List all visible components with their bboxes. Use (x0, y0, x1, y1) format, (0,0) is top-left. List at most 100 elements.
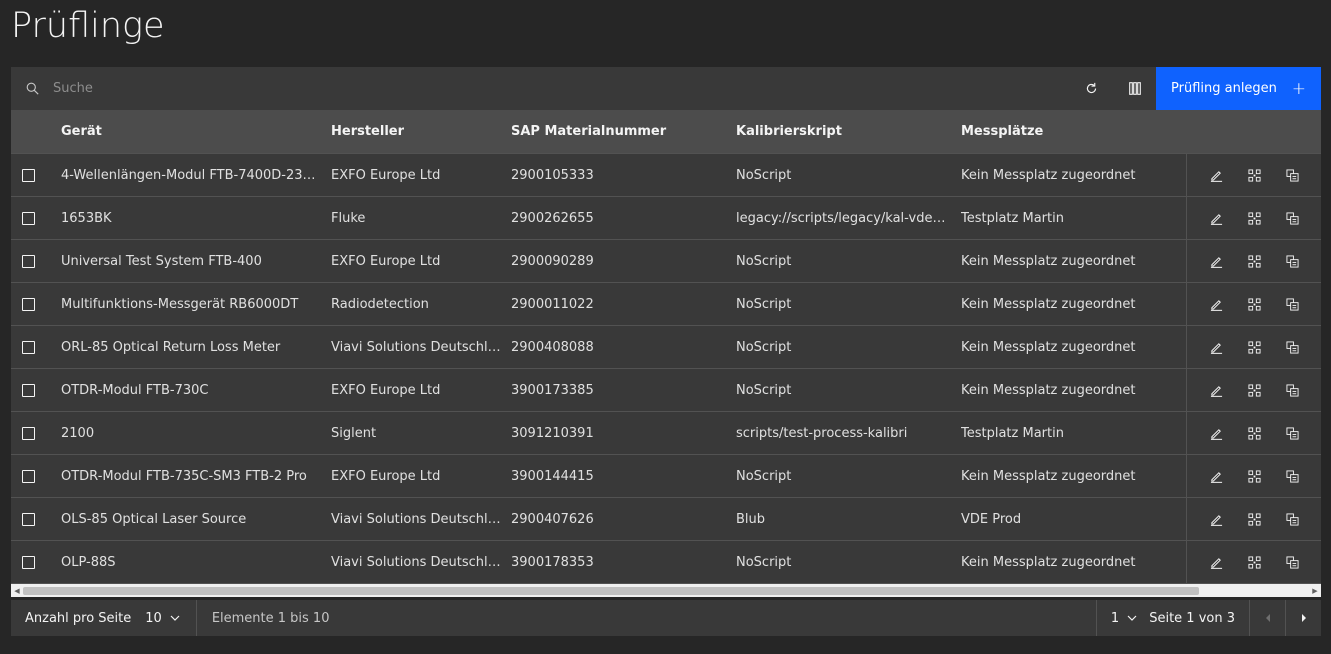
row-checkbox-cell (11, 555, 61, 569)
copy-icon (1285, 383, 1299, 397)
caret-right-icon (1301, 614, 1306, 622)
scrollbar-track[interactable] (23, 584, 1309, 598)
edit-button[interactable] (1208, 468, 1224, 484)
column-settings-button[interactable] (1113, 67, 1156, 110)
cell-messplaetze: Kein Messplatz zugeordnet (961, 382, 1136, 398)
header-messplaetze[interactable]: Messplätze (961, 124, 1186, 139)
cell-skript: Blub (736, 511, 766, 527)
copy-icon (1285, 211, 1299, 225)
previous-page-button[interactable] (1249, 600, 1285, 636)
items-range-label: Elemente 1 bis 10 (211, 610, 330, 626)
copy-button[interactable] (1284, 468, 1300, 484)
edit-button[interactable] (1208, 511, 1224, 527)
qr-code-icon (1247, 254, 1261, 268)
qr-code-button[interactable] (1246, 167, 1262, 183)
qr-code-button[interactable] (1246, 554, 1262, 570)
cell-sap: 2900407626 (511, 511, 594, 527)
table-toolbar: Prüfling anlegen + (11, 67, 1321, 110)
header-geraet[interactable]: Gerät (61, 124, 331, 139)
row-checkbox-cell (11, 340, 61, 354)
table-body: 4-Wellenlängen-Modul FTB-7400D-2347B EXFO… (11, 153, 1321, 584)
row-checkbox[interactable] (21, 340, 35, 354)
copy-button[interactable] (1284, 210, 1300, 226)
row-actions (1186, 411, 1321, 455)
edit-button[interactable] (1208, 296, 1224, 312)
search-input[interactable] (53, 67, 1070, 110)
row-checkbox[interactable] (21, 512, 35, 526)
row-checkbox[interactable] (21, 383, 35, 397)
qr-code-button[interactable] (1246, 210, 1262, 226)
cell-geraet: 2100 (61, 425, 95, 441)
header-sap[interactable]: SAP Materialnummer (511, 124, 736, 139)
pagination: Anzahl pro Seite 10 Elemente 1 bis 10 1 … (11, 600, 1321, 636)
header-hersteller[interactable]: Hersteller (331, 124, 511, 139)
cell-sap: 3091210391 (511, 425, 594, 441)
cell-messplaetze: Kein Messplatz zugeordnet (961, 296, 1136, 312)
cell-geraet: OLP-88S (61, 554, 116, 570)
edit-icon (1210, 341, 1223, 354)
per-page-select[interactable]: 10 (131, 600, 197, 636)
row-checkbox[interactable] (21, 254, 35, 268)
edit-button[interactable] (1208, 167, 1224, 183)
copy-button[interactable] (1284, 554, 1300, 570)
row-checkbox-cell (11, 512, 61, 526)
cell-geraet: ORL-85 Optical Return Loss Meter (61, 339, 281, 355)
row-checkbox[interactable] (21, 426, 35, 440)
edit-button[interactable] (1208, 382, 1224, 398)
row-actions (1186, 454, 1321, 498)
horizontal-scrollbar[interactable]: ◀ ▶ (11, 583, 1321, 597)
qr-code-button[interactable] (1246, 468, 1262, 484)
table-row: Universal Test System FTB-400 EXFO Europe… (11, 239, 1321, 283)
row-actions (1186, 153, 1321, 197)
row-checkbox[interactable] (21, 168, 35, 182)
copy-button[interactable] (1284, 339, 1300, 355)
scrollbar-thumb[interactable] (23, 586, 1199, 595)
edit-icon (1210, 255, 1223, 268)
qr-code-icon (1247, 426, 1261, 440)
qr-code-button[interactable] (1246, 511, 1262, 527)
qr-code-button[interactable] (1246, 382, 1262, 398)
copy-icon (1285, 469, 1299, 483)
create-pruefling-button[interactable]: Prüfling anlegen + (1156, 67, 1321, 110)
create-pruefling-label: Prüfling anlegen (1171, 81, 1277, 96)
row-checkbox[interactable] (21, 555, 35, 569)
qr-code-button[interactable] (1246, 339, 1262, 355)
copy-button[interactable] (1284, 253, 1300, 269)
cell-sap: 3900178353 (511, 554, 594, 570)
row-checkbox[interactable] (21, 297, 35, 311)
copy-icon (1285, 512, 1299, 526)
edit-button[interactable] (1208, 425, 1224, 441)
copy-button[interactable] (1284, 425, 1300, 441)
header-skript[interactable]: Kalibrierskript (736, 124, 961, 139)
copy-button[interactable] (1284, 382, 1300, 398)
cell-sap: 3900173385 (511, 382, 594, 398)
row-checkbox[interactable] (21, 469, 35, 483)
qr-code-button[interactable] (1246, 296, 1262, 312)
copy-icon (1285, 254, 1299, 268)
row-checkbox[interactable] (21, 211, 35, 225)
cell-hersteller: Fluke (331, 210, 366, 226)
qr-code-button[interactable] (1246, 425, 1262, 441)
row-checkbox-cell (11, 469, 61, 483)
cell-messplaetze: Testplatz Martin (961, 210, 1064, 226)
next-page-button[interactable] (1285, 600, 1321, 636)
copy-button[interactable] (1284, 296, 1300, 312)
scroll-left-icon[interactable]: ◀ (11, 584, 23, 598)
page-select[interactable]: 1 (1095, 600, 1149, 636)
cell-geraet: OTDR-Modul FTB-735C-SM3 FTB-2 Pro (61, 468, 307, 484)
refresh-button[interactable] (1070, 67, 1113, 110)
edit-button[interactable] (1208, 253, 1224, 269)
cell-hersteller: EXFO Europe Ltd (331, 253, 441, 269)
cell-hersteller: Viavi Solutions Deutschlan... (331, 339, 511, 355)
qr-code-icon (1247, 297, 1261, 311)
edit-icon (1210, 169, 1223, 182)
edit-button[interactable] (1208, 554, 1224, 570)
cell-geraet: 4-Wellenlängen-Modul FTB-7400D-2347B (61, 167, 328, 183)
copy-button[interactable] (1284, 511, 1300, 527)
copy-button[interactable] (1284, 167, 1300, 183)
cell-messplaetze: VDE Prod (961, 511, 1022, 527)
qr-code-button[interactable] (1246, 253, 1262, 269)
scroll-right-icon[interactable]: ▶ (1309, 584, 1321, 598)
edit-button[interactable] (1208, 339, 1224, 355)
edit-button[interactable] (1208, 210, 1224, 226)
